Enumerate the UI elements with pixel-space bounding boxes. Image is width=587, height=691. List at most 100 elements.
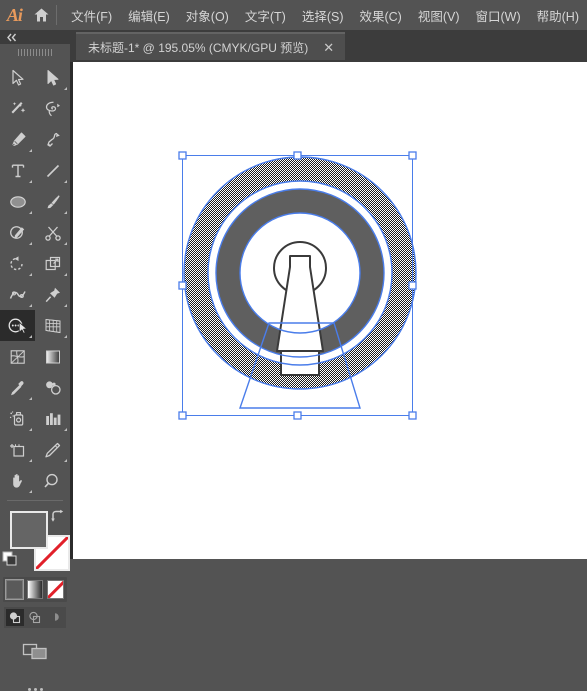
handle-top-left	[178, 151, 187, 160]
menu-window[interactable]: 窗口(W)	[468, 0, 529, 30]
paintbrush-icon	[47, 194, 60, 208]
color-mode-none[interactable]	[47, 580, 65, 599]
shaper-tool[interactable]	[0, 217, 35, 248]
hand-icon	[12, 473, 22, 488]
line-segment-tool[interactable]	[35, 155, 70, 186]
ellipse-icon	[9, 195, 26, 208]
pen-tool[interactable]	[0, 124, 35, 155]
document-canvas[interactable]	[73, 62, 587, 559]
free-transform-tool[interactable]	[35, 279, 70, 310]
paintbrush-tool[interactable]	[35, 186, 70, 217]
menu-type[interactable]: 文字(T)	[237, 0, 294, 30]
arrow-cursor-icon	[11, 69, 24, 86]
home-icon[interactable]	[29, 0, 54, 30]
artboard-tool[interactable]	[0, 434, 35, 465]
direct-selection-tool[interactable]	[35, 62, 70, 93]
panel-drag-handle[interactable]	[0, 44, 70, 60]
menu-bar: Ai 文件(F) 编辑(E) 对象(O) 文字(T) 选择(S) 效果(C) 视…	[0, 0, 587, 30]
ellipse-tool[interactable]	[0, 186, 35, 217]
symbol-sprayer-icon	[9, 410, 23, 426]
magnifier-icon	[43, 473, 58, 488]
app-logo: Ai	[6, 4, 23, 25]
handle-top-center	[293, 151, 302, 160]
diagonal-line-icon	[46, 164, 59, 177]
width-warp-icon	[9, 290, 26, 299]
gradient-square-icon	[45, 350, 60, 363]
handle-bottom-center	[293, 411, 302, 420]
change-screen-mode[interactable]	[0, 640, 70, 662]
menu-divider	[56, 5, 58, 25]
document-tab[interactable]: 未标题-1* @ 195.05% (CMYK/GPU 预览) ✕	[76, 32, 346, 60]
menu-file[interactable]: 文件(F)	[63, 0, 120, 30]
magic-wand-tool[interactable]	[0, 93, 35, 124]
fill-stroke-controls	[0, 507, 70, 572]
handle-top-right	[408, 151, 417, 160]
collapse-panel-button[interactable]	[0, 30, 70, 44]
menu-view[interactable]: 视图(V)	[410, 0, 468, 30]
draw-mode-group	[4, 607, 66, 628]
hand-tool[interactable]	[0, 465, 35, 496]
blend-circles-icon	[45, 380, 61, 395]
zoom-tool[interactable]	[35, 465, 70, 496]
tools-divider	[7, 500, 63, 501]
shaper-pencil-icon	[9, 225, 24, 239]
menu-select[interactable]: 选择(S)	[294, 0, 352, 30]
default-fill-stroke-icon[interactable]	[2, 551, 18, 572]
color-mode-gradient[interactable]	[26, 580, 44, 599]
magic-wand-icon	[11, 101, 25, 113]
blend-tool[interactable]	[35, 372, 70, 403]
curvature-tool[interactable]	[35, 124, 70, 155]
rotate-arrow-icon	[9, 255, 23, 270]
handle-bottom-right	[408, 411, 417, 420]
draw-inside-mode[interactable]	[46, 609, 64, 626]
type-tool[interactable]	[0, 155, 35, 186]
eyedropper-tool[interactable]	[0, 372, 35, 403]
color-mode-color[interactable]	[5, 579, 24, 600]
tools-panel	[0, 30, 70, 691]
menu-object[interactable]: 对象(O)	[178, 0, 237, 30]
perspective-grid-icon	[45, 318, 60, 333]
handle-middle-left	[178, 281, 187, 290]
scale-square-icon	[45, 256, 60, 270]
fill-swatch[interactable]	[10, 511, 48, 549]
gradient-tool[interactable]	[35, 341, 70, 372]
lasso-icon	[45, 101, 60, 116]
menu-effect[interactable]: 效果(C)	[351, 0, 409, 30]
swap-fill-stroke-icon[interactable]	[50, 509, 66, 528]
handle-middle-right	[408, 281, 417, 290]
tool-grid	[0, 60, 70, 496]
rotate-tool[interactable]	[0, 248, 35, 279]
screen-mode-icon	[22, 643, 47, 660]
menu-edit[interactable]: 编辑(E)	[120, 0, 178, 30]
filled-arrow-cursor-icon	[47, 69, 58, 85]
mesh-grid-icon	[10, 349, 25, 364]
menu-help[interactable]: 帮助(H)	[529, 0, 587, 30]
document-tab-bar: 未标题-1* @ 195.05% (CMYK/GPU 预览) ✕	[0, 30, 587, 62]
slice-tool[interactable]	[35, 434, 70, 465]
draw-normal-mode[interactable]	[6, 609, 24, 626]
eyedropper-icon	[10, 380, 24, 395]
close-icon[interactable]: ✕	[320, 41, 337, 54]
mesh-tool[interactable]	[0, 341, 35, 372]
selection-tool[interactable]	[0, 62, 35, 93]
lasso-tool[interactable]	[35, 93, 70, 124]
handle-bottom-left	[178, 411, 187, 420]
document-tab-title: 未标题-1* @ 195.05% (CMYK/GPU 预览)	[88, 40, 309, 55]
selection-bounding-box[interactable]	[73, 62, 587, 559]
slice-knife-icon	[44, 442, 60, 457]
illustrator-window: Ai 文件(F) 编辑(E) 对象(O) 文字(T) 选择(S) 效果(C) 视…	[0, 0, 587, 691]
double-chevron-left-icon	[7, 33, 17, 41]
shape-builder-tool[interactable]	[0, 310, 35, 341]
scissors-icon	[44, 226, 61, 241]
pushpin-icon	[45, 287, 60, 302]
width-tool[interactable]	[0, 279, 35, 310]
shape-builder-icon	[8, 318, 27, 334]
artboard-icon	[9, 443, 24, 457]
curvature-pen-icon	[46, 132, 60, 147]
perspective-grid-tool[interactable]	[35, 310, 70, 341]
symbol-sprayer-tool[interactable]	[0, 403, 35, 434]
scissors-tool[interactable]	[35, 217, 70, 248]
column-graph-tool[interactable]	[35, 403, 70, 434]
draw-behind-mode[interactable]	[26, 609, 44, 626]
scale-tool[interactable]	[35, 248, 70, 279]
